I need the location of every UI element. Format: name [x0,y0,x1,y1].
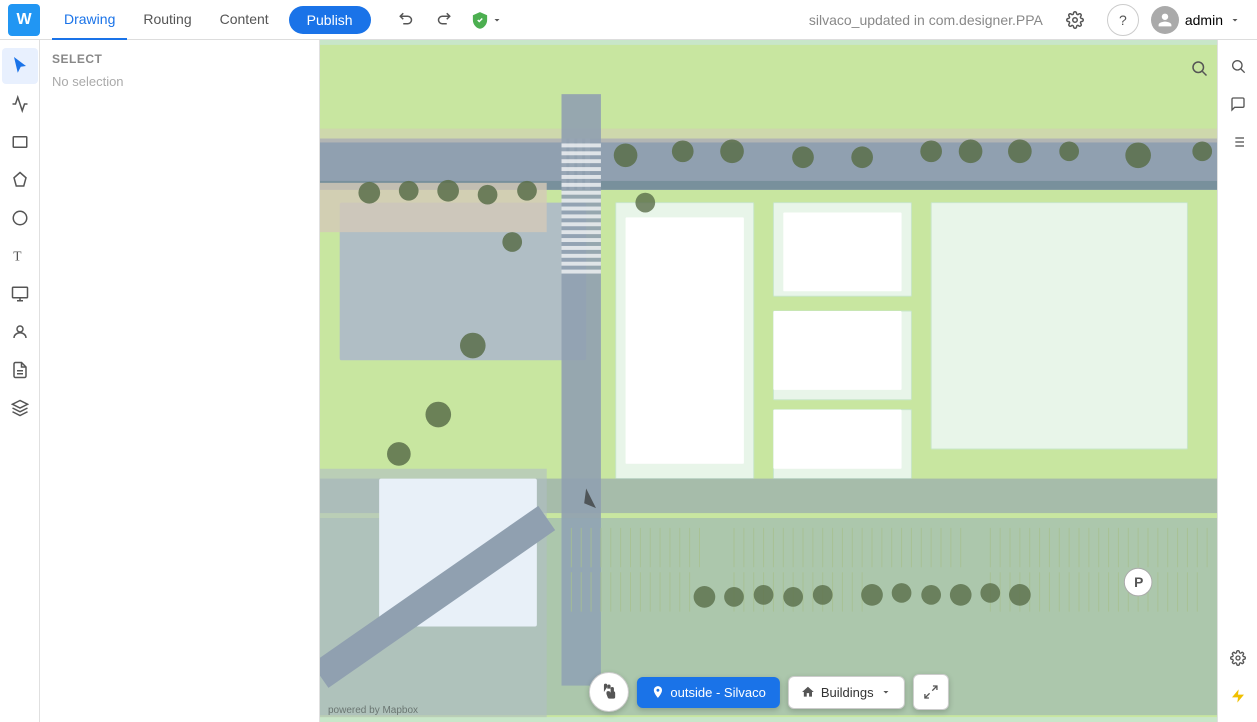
settings-button[interactable] [1059,4,1091,36]
properties-panel: SELECT No selection [40,40,320,722]
map-search-button[interactable] [1181,50,1217,86]
map-canvas: P [320,40,1217,722]
shield-button[interactable] [463,7,511,33]
tab-content[interactable]: Content [208,0,281,40]
redo-button[interactable] [427,4,459,36]
svg-text:P: P [1134,575,1143,590]
rectangle-tool[interactable] [2,124,38,160]
select-tool[interactable] [2,48,38,84]
right-bolt-button[interactable] [1220,678,1256,714]
help-button[interactable]: ? [1107,4,1139,36]
topbar: W Drawing Routing Content Publish silvac… [0,0,1257,40]
right-list-button[interactable] [1220,124,1256,160]
undo-button[interactable] [391,4,423,36]
no-selection-text: No selection [52,74,307,89]
publish-button[interactable]: Publish [289,6,371,34]
map-watermark: powered by Mapbox [328,705,418,716]
left-toolbar: T [0,40,40,722]
app-logo[interactable]: W [8,4,40,36]
hand-tool-button[interactable] [588,672,628,712]
map-area[interactable]: P outside - Silvaco Buildings [320,40,1217,722]
layer-tool[interactable] [2,276,38,312]
svg-text:T: T [13,249,22,264]
tab-routing[interactable]: Routing [131,0,203,40]
user-avatar [1151,6,1179,34]
right-toolbar [1217,40,1257,722]
circle-tool[interactable] [2,200,38,236]
right-settings-button[interactable] [1220,640,1256,676]
document-title: silvaco_updated in com.designer.PPA [809,12,1043,28]
user-chevron-icon [1229,14,1241,26]
map-bottom-bar: outside - Silvaco Buildings [588,672,948,712]
location-label: outside - Silvaco [670,685,765,700]
buildings-chevron-icon [880,686,892,698]
right-search-button[interactable] [1220,48,1256,84]
analytics-tool[interactable] [2,86,38,122]
select-mode-label: SELECT [52,52,307,66]
location-badge[interactable]: outside - Silvaco [636,677,779,708]
main-content: T SELECT No selection [0,40,1257,722]
face-tool[interactable] [2,314,38,350]
right-comment-button[interactable] [1220,86,1256,122]
tab-drawing[interactable]: Drawing [52,0,127,40]
document-tool[interactable] [2,352,38,388]
stack-tool[interactable] [2,390,38,426]
buildings-label: Buildings [821,685,874,700]
buildings-button[interactable]: Buildings [788,676,905,709]
user-menu[interactable]: admin [1143,2,1249,38]
polygon-tool[interactable] [2,162,38,198]
fullscreen-button[interactable] [913,674,949,710]
text-tool[interactable]: T [2,238,38,274]
